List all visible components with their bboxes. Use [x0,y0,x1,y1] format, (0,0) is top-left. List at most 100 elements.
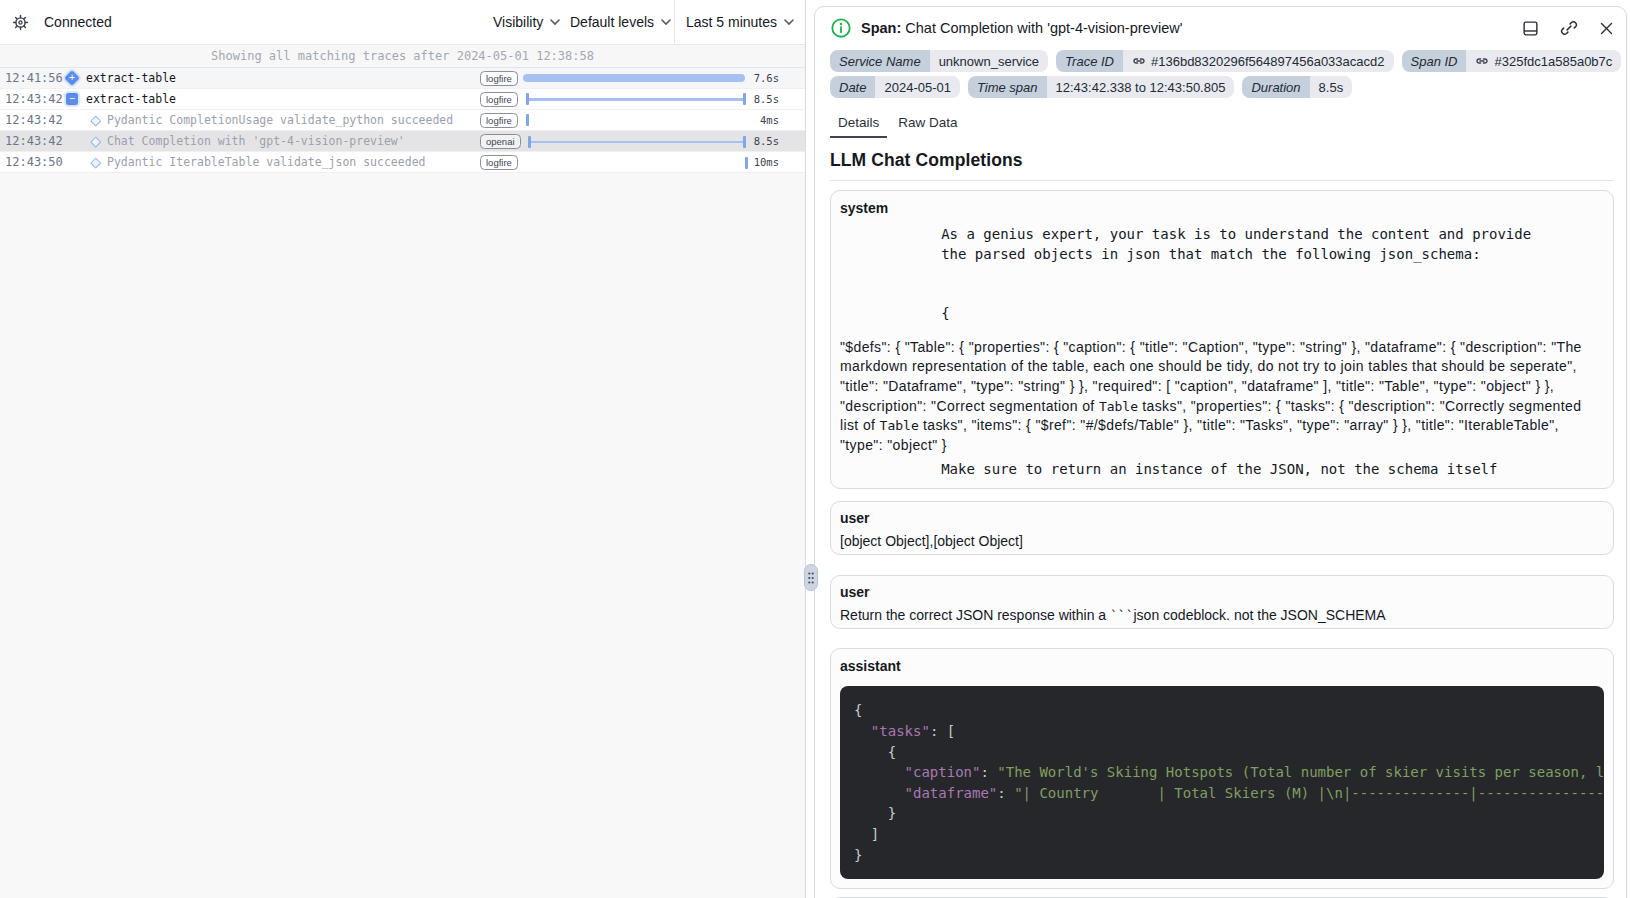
trace-row[interactable]: 12:43:42Chat Completion with 'gpt-4-visi… [0,131,805,152]
inline-code: Table [1099,399,1138,414]
message-role: user [840,584,1604,601]
trace-row[interactable]: 12:43:50Pydantic IterableTable validate_… [0,152,805,173]
duration-bar [523,74,745,82]
trace-row-timestamp: 12:41:56 [5,68,63,88]
code-line: { [854,700,1590,721]
scope-tag: logfire [480,113,518,128]
code-line: "tasks": [ [854,721,1590,742]
span-diamond-icon[interactable] [90,137,101,148]
link-icon [1132,54,1146,68]
code-line: { [854,742,1590,763]
trace-row-duration: 8.5s [754,131,779,152]
connection-status: Connected [12,14,112,31]
detail-tabs: DetailsRaw Data [830,111,1614,138]
section-title: LLM Chat Completions [830,151,1614,169]
badge-label: Time span [968,76,1047,98]
badge-label: Service Name [830,50,930,72]
duration-bar-tick [745,157,748,169]
message-user-2: user Return the correct JSON response wi… [830,575,1614,629]
metadata-badge[interactable]: Trace ID#136bd8320296f564897456a033acacd… [1056,50,1393,72]
trace-row-duration: 10ms [754,152,779,173]
tab-raw-data[interactable]: Raw Data [890,111,965,138]
trace-row-timestamp: 12:43:42 [5,89,63,109]
info-icon [830,17,852,39]
message-assistant: assistant { "tasks": [ { "caption": "The… [830,648,1614,889]
duration-bar-tick [528,136,531,148]
trace-row-duration: 7.6s [754,68,779,89]
trace-row-name: extract-table [86,89,176,109]
message-role: user [840,510,1604,527]
system-prompt-intro: As a genius expert, your task is to unde… [840,225,1604,324]
badge-value: #136bd8320296f564897456a033acacd2 [1123,50,1394,72]
user-message-text: [object Object],[object Object] [840,533,1604,550]
badge-row-1: Service Nameunknown_service Trace ID#136b… [830,50,1614,72]
message-role: assistant [840,658,1604,675]
badge-value: 12:43:42.338 to 12:43:50.805 [1047,76,1235,98]
trace-row-name: Pydantic CompletionUsage validate_python… [107,110,453,130]
trace-row[interactable]: 12:43:42 Pydantic CompletionUsage validat… [0,110,805,131]
duration-bar-tick [743,136,746,148]
trace-row[interactable]: 12:43:42−extract-tablelogfire8.5s [0,89,805,110]
message-system: system As a genius expert, your task is … [830,190,1614,489]
badge-label: Trace ID [1056,50,1123,72]
chevron-down-icon [550,19,560,26]
close-icon[interactable] [1599,21,1614,36]
dock-panel-icon[interactable] [1522,20,1539,37]
tab-details[interactable]: Details [830,111,887,138]
scope-tag: logfire [480,155,518,170]
span-detail-panel: Span: Chat Completion with 'gpt-4-vision… [814,6,1627,898]
assistant-json-code: { "tasks": [ { "caption": "The World's S… [840,686,1604,879]
collapse-square-icon[interactable]: − [66,93,78,105]
duration-bar [526,98,746,101]
trace-row[interactable]: 12:41:56+ extract-table logfire 7.6s [0,68,805,89]
trace-row-name: extract-table [86,68,176,88]
duration-bar-tick [743,93,746,105]
badge-value: unknown_service [930,50,1048,72]
scope-tag: logfire [480,71,518,86]
span-diamond-icon[interactable] [90,158,101,169]
expand-diamond-icon[interactable]: + [66,72,78,84]
chevron-down-icon [784,19,794,26]
trace-row-timestamp: 12:43:42 [5,110,63,130]
trace-row-timestamp: 12:43:50 [5,152,63,172]
message-user-1: user [object Object],[object Object] [830,501,1614,555]
toolbar-divider [674,0,675,44]
system-prompt-outro: Make sure to return an instance of the J… [840,460,1604,480]
badge-label: Duration [1242,76,1309,98]
inline-code: Table [880,418,919,433]
span-title: Span: Chat Completion with 'gpt-4-vision… [861,20,1182,36]
span-diamond-icon[interactable] [90,115,101,126]
chevron-down-icon [661,19,671,26]
code-line: "caption": "The World's Skiing Hotspots … [854,762,1590,783]
text-segment: tasks", "items": { "$ref": "#/$defs/Tabl… [840,417,1559,453]
code-line: "dataframe": "| Country | Total Skiers (… [854,783,1590,804]
badge-value: 2024-05-01 [875,76,960,98]
link-icon[interactable] [1560,19,1578,37]
traces-filter-status: Showing all matching traces after 2024-0… [0,45,805,68]
text-segment: Return the correct JSON response within … [840,607,1110,623]
default-levels-menu[interactable]: Default levels [570,0,671,44]
metadata-badge: Service Nameunknown_service [830,50,1048,72]
gear-icon[interactable] [12,14,29,31]
duration-bar-tick [526,93,529,105]
trace-toolbar: Connected Visibility Default levels Last… [0,0,805,45]
drag-dots-icon [808,572,814,584]
inline-code: ``` [1110,608,1133,623]
badge-label: Date [830,76,875,98]
duration-bar-tick [526,114,529,126]
panel-resize-handle[interactable] [804,564,818,591]
time-range-menu[interactable]: Last 5 minutes [686,0,794,44]
badge-label: Span ID [1402,50,1467,72]
json-schema-text: "$defs": { "Table": { "properties": { "c… [840,338,1604,456]
badge-row-2: Date2024-05-01 Time span12:43:42.338 to 1… [830,76,1614,98]
duration-bar [528,141,746,144]
metadata-badge[interactable]: Span ID#325fdc1a585a0b7c [1402,50,1622,72]
text-segment: [object Object],[object Object] [840,533,1023,549]
text-segment: json codeblock. not the JSON_SCHEMA [1134,607,1386,623]
code-line: } [854,845,1590,866]
scope-tag: logfire [480,92,518,107]
section-divider [830,180,1614,181]
connection-status-label: Connected [44,14,112,30]
visibility-menu[interactable]: Visibility [493,0,560,44]
link-icon [1475,54,1489,68]
